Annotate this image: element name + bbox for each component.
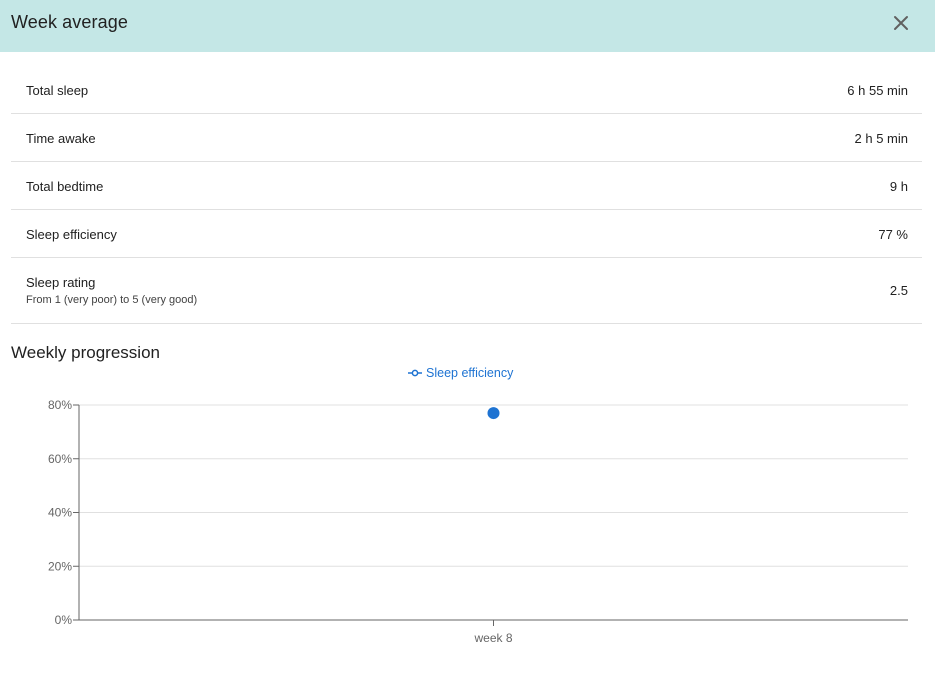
data-point [487,407,500,420]
stat-label: Total sleep [26,83,89,98]
y-tick-label: 20% [48,559,72,573]
stat-row-total-bedtime: Total bedtime 9 h [11,162,922,210]
close-icon [894,16,908,30]
dialog-title: Week average [11,12,128,32]
y-tick-label: 80% [48,398,72,412]
line-point-icon [408,369,422,377]
legend-item-sleep-efficiency[interactable]: Sleep efficiency [408,365,513,381]
stat-row-sleep-efficiency: Sleep efficiency 77 % [11,210,922,258]
stat-value: 77 % [878,227,908,242]
close-button[interactable] [889,11,913,35]
stat-label: Total bedtime [26,179,104,194]
stat-value: 2 h 5 min [854,131,908,146]
stats-list: Total sleep 6 h 55 min Time awake 2 h 5 … [11,66,922,324]
stat-row-sleep-rating: Sleep rating From 1 (very poor) to 5 (ve… [11,258,922,324]
stat-value: 9 h [889,179,908,194]
stat-row-time-awake: Time awake 2 h 5 min [11,114,922,162]
y-tick-label: 60% [48,452,72,466]
weekly-progression-chart: 0% 20% 40% 60% 80% week 8 [48,398,908,645]
dialog-header: Week average [0,0,935,52]
x-tick-label: week 8 [473,631,512,645]
stat-label: Time awake [26,131,96,146]
y-tick-label: 0% [55,613,73,627]
stat-value: 6 h 55 min [847,83,908,98]
stat-label: Sleep rating [26,275,96,290]
legend-label: Sleep efficiency [426,366,514,380]
stat-value: 2.5 [889,283,908,298]
stat-sublabel: From 1 (very poor) to 5 (very good) [26,294,198,306]
y-tick-label: 40% [48,506,72,520]
section-title: Weekly progression [11,343,160,362]
stat-row-total-sleep: Total sleep 6 h 55 min [11,66,922,114]
stat-label: Sleep efficiency [26,227,117,242]
